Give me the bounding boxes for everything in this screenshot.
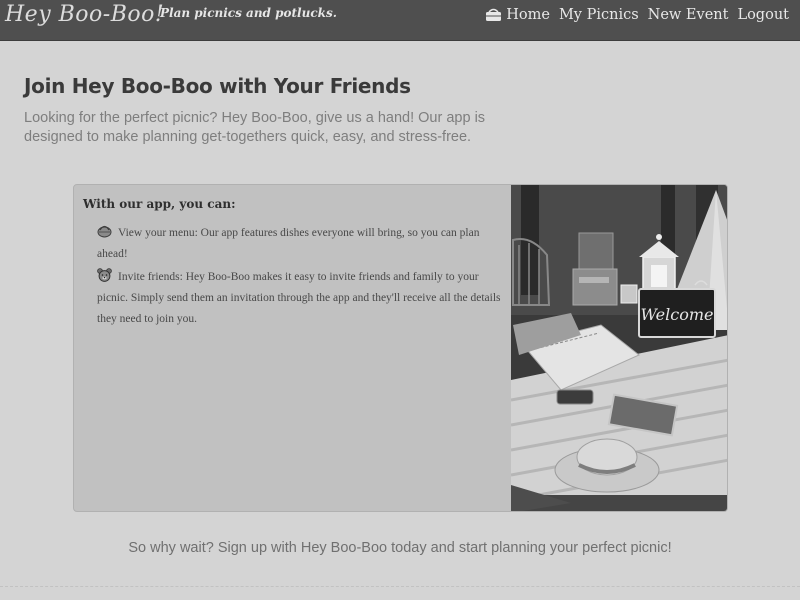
brand-logo[interactable]: Hey Boo-Boo! xyxy=(5,2,164,27)
navbar: Hey Boo-Boo! Plan picnics and potlucks. … xyxy=(0,0,800,41)
feature-text: View your menu: Our app features dishes … xyxy=(97,227,480,260)
picnic-basket-icon xyxy=(486,8,502,21)
signup-call-to-action: So why wait? Sign up with Hey Boo-Boo to… xyxy=(128,540,672,556)
footer-divider xyxy=(0,586,800,587)
nav-logout-link[interactable]: Logout xyxy=(737,7,789,23)
nav-home-link[interactable]: Home xyxy=(485,7,550,23)
nav-my-picnics-link[interactable]: My Picnics xyxy=(559,7,639,23)
page-subtitle: Looking for the perfect picnic? Hey Boo-… xyxy=(24,110,486,145)
features-heading: With our app, you can: xyxy=(83,197,236,211)
feature-list: View your menu: Our app features dishes … xyxy=(97,223,507,332)
picnic-photo: Welcome xyxy=(511,185,727,511)
features-card-body: With our app, you can: View your menu: O… xyxy=(74,185,511,511)
nav-home-label: Home xyxy=(506,7,550,23)
welcome-sign-text: Welcome xyxy=(641,305,714,324)
features-card: With our app, you can: View your menu: O… xyxy=(73,184,728,512)
brand-tagline: Plan picnics and potlucks. xyxy=(160,6,337,20)
main-nav: Home My Picnics New Event Logout xyxy=(485,7,789,23)
feature-item: Invite friends: Hey Boo-Boo makes it eas… xyxy=(97,267,507,330)
basket-icon xyxy=(97,225,112,238)
nav-new-event-link[interactable]: New Event xyxy=(648,7,729,23)
bear-icon xyxy=(97,268,112,282)
feature-item: View your menu: Our app features dishes … xyxy=(97,223,507,265)
feature-text: Invite friends: Hey Boo-Boo makes it eas… xyxy=(97,271,501,325)
page-title: Join Hey Boo-Boo with Your Friends xyxy=(24,74,411,98)
